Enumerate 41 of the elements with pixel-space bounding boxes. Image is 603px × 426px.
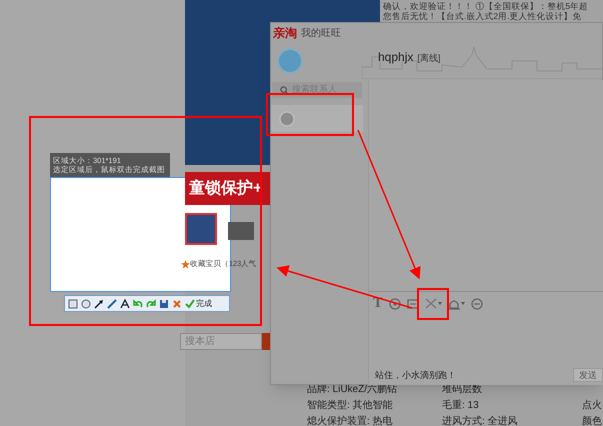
spec-text: 熄火保护装置: 热电 <box>307 416 393 426</box>
contact-name: hqphjx <box>378 49 414 66</box>
bell-icon <box>448 298 460 310</box>
thumbnail[interactable] <box>185 213 217 245</box>
arrow-icon[interactable] <box>94 298 104 308</box>
spec-text: 智能类型: 其他智能 <box>307 400 393 412</box>
text-icon[interactable] <box>120 298 130 308</box>
contact-item[interactable] <box>271 105 363 132</box>
emoji-icon <box>388 298 401 310</box>
spec-text: 颜色 <box>582 416 602 426</box>
rectangle-icon[interactable] <box>68 298 78 308</box>
save-icon[interactable] <box>159 298 169 308</box>
image-button[interactable] <box>406 298 419 310</box>
window-title: 我的旺旺 <box>301 26 341 40</box>
spec-text: 毛重: 13 <box>442 400 479 412</box>
scissors-button[interactable] <box>424 298 442 310</box>
status-text: [离线] <box>417 52 440 65</box>
spec-text: 点火 <box>582 400 602 412</box>
image-icon <box>406 298 419 310</box>
app-logo: 亲淘 <box>273 25 297 42</box>
check-icon <box>185 298 195 308</box>
circle-icon[interactable] <box>81 298 91 308</box>
minus-circle-icon <box>470 298 483 310</box>
bell-button[interactable] <box>448 298 465 310</box>
highlight-frame <box>417 288 449 320</box>
star-icon <box>181 260 190 268</box>
shop-search-field[interactable]: 搜本店 <box>180 333 262 350</box>
minus-button[interactable] <box>470 298 483 310</box>
avatar-icon <box>279 110 295 126</box>
brush-icon[interactable] <box>107 298 117 308</box>
message-input-field[interactable]: 站住，小水滴别跑！ <box>375 369 456 382</box>
send-button[interactable]: 发送 <box>573 368 603 382</box>
search-icon <box>280 86 289 94</box>
redo-icon[interactable] <box>146 298 156 308</box>
done-button[interactable]: 完成 <box>185 298 212 310</box>
spec-text: 进风方式: 全进风 <box>442 416 518 426</box>
thumbnail[interactable] <box>228 222 254 240</box>
emoji-button[interactable] <box>388 298 401 310</box>
description-text: 您售后无忧！【台式.嵌入式2用.更人性化设计】免 <box>383 11 582 21</box>
close-icon[interactable] <box>172 298 182 308</box>
description-text: 确认，欢迎验证！！！ ①【全国联保】：整机5年超 <box>383 1 590 11</box>
